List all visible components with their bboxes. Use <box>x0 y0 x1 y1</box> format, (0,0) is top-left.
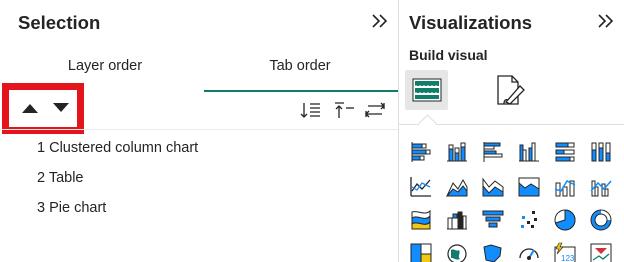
waterfall-chart-icon[interactable] <box>445 208 469 232</box>
kpi-icon[interactable] <box>589 242 613 262</box>
list-divider <box>0 129 398 130</box>
pie-chart-icon[interactable] <box>553 208 577 232</box>
build-visual-label: Build visual <box>409 47 488 63</box>
clustered-column-chart-icon[interactable] <box>517 140 541 164</box>
format-visual-icon[interactable] <box>492 72 528 108</box>
area-chart-icon[interactable] <box>445 175 469 199</box>
list-item-clustered-column-chart[interactable]: 1 Clustered column chart <box>37 140 198 156</box>
list-item-pie-chart[interactable]: 3 Pie chart <box>37 200 106 216</box>
tab-order-icon[interactable] <box>364 100 386 120</box>
tab-tab-order[interactable]: Tab order <box>205 58 395 74</box>
move-up-icon[interactable] <box>20 101 40 115</box>
sort-icon[interactable] <box>300 100 322 120</box>
gauge-icon[interactable] <box>517 242 541 262</box>
treemap-icon[interactable] <box>409 242 433 262</box>
line-and-stacked-column-chart-icon[interactable] <box>553 175 577 199</box>
donut-chart-icon[interactable] <box>589 208 613 232</box>
100-percent-stacked-area-chart-icon[interactable] <box>517 175 541 199</box>
active-mode-indicator <box>418 114 437 133</box>
line-chart-icon[interactable] <box>409 175 433 199</box>
clustered-bar-chart-icon[interactable] <box>481 140 505 164</box>
line-and-clustered-column-chart-icon[interactable] <box>589 175 613 199</box>
list-item-table[interactable]: 2 Table <box>37 170 84 186</box>
scatter-chart-icon[interactable] <box>517 208 541 232</box>
100-percent-stacked-bar-chart-icon[interactable] <box>553 140 577 164</box>
map-icon[interactable] <box>445 242 469 262</box>
visualizations-pane-title: Visualizations <box>409 12 533 33</box>
card-icon-value: 123 <box>561 254 575 262</box>
stacked-column-chart-icon[interactable] <box>445 140 469 164</box>
tab-layer-order[interactable]: Layer order <box>42 58 168 74</box>
funnel-chart-icon[interactable] <box>481 208 505 232</box>
stacked-bar-chart-icon[interactable] <box>409 140 433 164</box>
card-icon[interactable]: 123 <box>553 242 577 262</box>
filled-map-icon[interactable] <box>481 242 505 262</box>
selection-pane-title: Selection <box>18 12 101 33</box>
selection-pane: Selection Layer order Tab order 1 Cluste… <box>0 0 398 262</box>
ribbon-chart-icon[interactable] <box>409 208 433 232</box>
move-down-icon[interactable] <box>51 101 71 115</box>
collapse-selection-pane-icon[interactable] <box>370 11 390 31</box>
visualizations-pane: Visualizations Build visual 123 <box>399 0 624 262</box>
active-tab-indicator <box>204 90 398 92</box>
collapse-visualizations-pane-icon[interactable] <box>596 11 616 31</box>
highlight-annotation-box <box>2 83 84 134</box>
bring-to-front-icon[interactable] <box>334 100 356 120</box>
stacked-area-chart-icon[interactable] <box>481 175 505 199</box>
build-visual-icon[interactable] <box>405 70 448 110</box>
100-percent-stacked-column-chart-icon[interactable] <box>589 140 613 164</box>
